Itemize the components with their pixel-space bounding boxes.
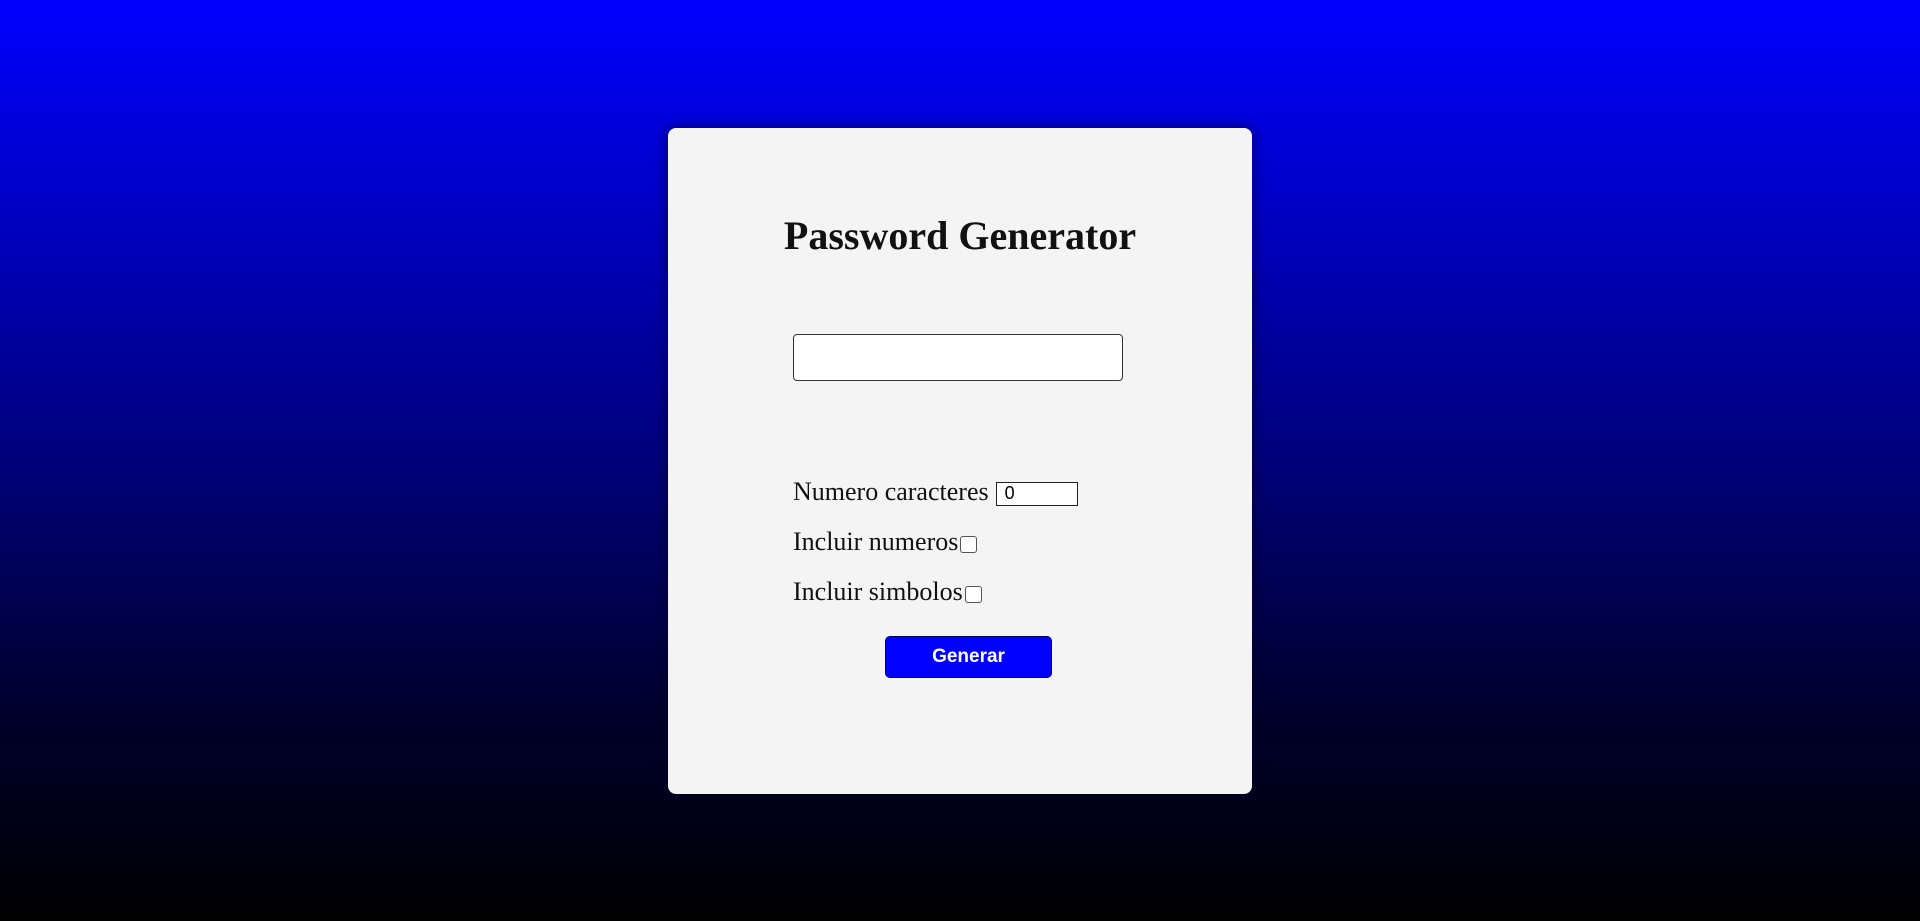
include-numbers-checkbox[interactable] [960,536,978,553]
length-input[interactable] [995,481,1078,506]
include-numbers-label: Incluir numeros [793,527,959,556]
page-title: Password Generator [783,213,1137,258]
length-label: Numero caracteres [793,477,989,506]
include-numbers-row: Incluir numeros [793,527,978,557]
include-symbols-checkbox[interactable] [964,586,982,603]
include-symbols-label: Incluir simbolos [793,577,963,606]
length-row: Numero caracteres [793,477,1078,507]
password-generator-card: Password Generator Numero caracteres Inc… [668,128,1252,794]
include-symbols-row: Incluir simbolos [793,577,982,607]
generate-button[interactable]: Generar [885,636,1052,678]
password-output-field[interactable] [793,334,1123,381]
